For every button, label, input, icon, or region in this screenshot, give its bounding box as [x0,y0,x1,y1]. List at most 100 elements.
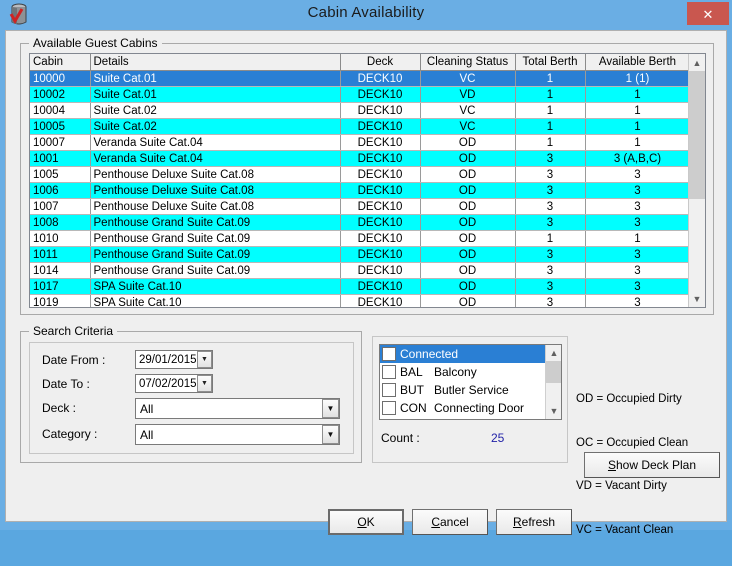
cancel-label: Cancel [431,515,469,529]
chevron-down-icon[interactable]: ▼ [197,351,212,368]
ok-button[interactable]: OK [328,509,404,535]
cell-cabin: 10000 [30,70,91,87]
cell-total-berth: 3 [515,278,586,295]
list-item[interactable]: BAL Balcony [380,363,561,381]
cell-cleaning-status: OD [420,246,516,263]
scroll-down-icon[interactable]: ▼ [546,403,561,419]
table-row[interactable]: 1010 Penthouse Grand Suite Cat.09 DECK10 OD… [30,230,691,247]
cell-cleaning-status: OD [420,166,516,183]
chevron-down-icon[interactable]: ▼ [322,425,339,444]
cell-available-berth: 3 [585,214,691,231]
date-from-label: Date From : [42,353,106,367]
cabins-grid[interactable]: Cabin Details Deck Cleaning Status Total… [29,53,706,308]
cell-deck: DECK10 [340,118,421,135]
show-deck-plan-button[interactable]: Show Deck Plan [584,452,720,478]
table-row[interactable]: 1017 SPA Suite Cat.10 DECK10 OD 3 3 [30,278,691,295]
cell-deck: DECK10 [340,86,421,103]
window-title: Cabin Availability [307,4,425,21]
table-row[interactable]: 10004 Suite Cat.02 DECK10 VC 1 1 [30,102,691,119]
chevron-down-icon[interactable]: ▼ [322,399,339,418]
deck-select[interactable]: All ▼ [135,398,340,419]
table-row[interactable]: 1014 Penthouse Grand Suite Cat.09 DECK10 OD… [30,262,691,279]
chevron-down-icon[interactable]: ▼ [197,375,212,392]
scrollbar-thumb[interactable] [689,71,705,199]
date-from-value: 29/01/2015 [139,353,197,366]
cell-total-berth: 1 [515,134,586,151]
cell-details: Penthouse Grand Suite Cat.09 [90,246,341,263]
table-row[interactable]: 1011 Penthouse Grand Suite Cat.09 DECK10 OD… [30,246,691,263]
attribute-checkbox-list[interactable]: Connected BAL Balcony BUT Butler Service CON C… [379,344,562,420]
list-item-label: Connected [400,347,459,361]
column-header-cleaning-status[interactable]: Cleaning Status [420,54,516,71]
cell-details: Suite Cat.01 [90,70,341,87]
attribute-list-scrollbar[interactable]: ▲ ▼ [545,345,561,419]
list-item-code: CON [400,401,427,415]
attribute-list-rows: Connected BAL Balcony BUT Butler Service CON C… [380,345,561,417]
list-item[interactable]: Connected [380,345,561,363]
date-to-field[interactable]: 07/02/2015 ▼ [135,374,213,393]
cell-available-berth: 3 [585,182,691,199]
cell-details: Suite Cat.01 [90,86,341,103]
cell-cleaning-status: OD [420,262,516,279]
available-guest-cabins-label: Available Guest Cabins [29,36,162,50]
table-row[interactable]: 1005 Penthouse Deluxe Suite Cat.08 DECK10 O… [30,166,691,183]
cell-details: Penthouse Deluxe Suite Cat.08 [90,182,341,199]
checkbox-icon[interactable] [382,365,396,379]
cell-total-berth: 1 [515,86,586,103]
column-header-details[interactable]: Details [90,54,341,71]
cell-cabin: 1007 [30,198,91,215]
scroll-up-icon[interactable]: ▲ [546,345,561,361]
table-row[interactable]: 10000 Suite Cat.01 DECK10 VC 1 1 (1) [30,70,691,87]
cabin-availability-window: Cabin Availability ✕ Available Guest Cab… [0,0,732,536]
cell-details: Penthouse Deluxe Suite Cat.08 [90,198,341,215]
cell-total-berth: 3 [515,166,586,183]
cancel-button[interactable]: Cancel [412,509,488,535]
table-row[interactable]: 1001 Veranda Suite Cat.04 DECK10 OD 3 3 (A,B,… [30,150,691,167]
search-criteria-label: Search Criteria [29,324,118,338]
checkbox-icon[interactable] [382,383,396,397]
cell-cleaning-status: OD [420,150,516,167]
category-select[interactable]: All ▼ [135,424,340,445]
deck-label: Deck : [42,401,77,415]
cell-cabin: 1019 [30,294,91,307]
column-header-cabin[interactable]: Cabin [30,54,91,71]
date-from-field[interactable]: 29/01/2015 ▼ [135,350,213,369]
table-row[interactable]: 10007 Veranda Suite Cat.04 DECK10 OD 1 1 [30,134,691,151]
table-row[interactable]: 1006 Penthouse Deluxe Suite Cat.08 DECK10 O… [30,182,691,199]
grid-vertical-scrollbar[interactable]: ▲ ▼ [688,54,705,307]
cell-deck: DECK10 [340,294,421,307]
refresh-button[interactable]: Refresh [496,509,572,535]
column-header-available-berth[interactable]: Available Berth [585,54,691,71]
list-item[interactable]: CON Connecting Door [380,399,561,417]
cell-deck: DECK10 [340,198,421,215]
checkbox-icon[interactable] [382,401,396,415]
table-row[interactable]: 10002 Suite Cat.01 DECK10 VD 1 1 [30,86,691,103]
cell-cabin: 1014 [30,262,91,279]
cell-details: Penthouse Grand Suite Cat.09 [90,214,341,231]
scroll-up-icon[interactable]: ▲ [689,54,705,71]
cell-deck: DECK10 [340,150,421,167]
checkbox-icon[interactable] [382,347,396,361]
legend-line-vd: VD = Vacant Dirty [576,480,667,492]
table-row[interactable]: 1008 Penthouse Grand Suite Cat.09 DECK10 OD… [30,214,691,231]
column-header-deck[interactable]: Deck [340,54,421,71]
cell-cleaning-status: VC [420,102,516,119]
table-row[interactable]: 1019 SPA Suite Cat.10 DECK10 OD 3 3 [30,294,691,307]
scroll-down-icon[interactable]: ▼ [689,290,705,307]
scrollbar-thumb[interactable] [546,361,561,383]
cell-deck: DECK10 [340,182,421,199]
dialog-client-area: Available Guest Cabins Cabin Details Dec… [5,30,727,536]
cell-cabin: 10004 [30,102,91,119]
cell-cabin: 10005 [30,118,91,135]
list-item[interactable]: BUT Butler Service [380,381,561,399]
cell-available-berth: 3 [585,166,691,183]
table-row[interactable]: 1007 Penthouse Deluxe Suite Cat.08 DECK10 O… [30,198,691,215]
column-header-total-berth[interactable]: Total Berth [515,54,586,71]
table-row[interactable]: 10005 Suite Cat.02 DECK10 VC 1 1 [30,118,691,135]
cell-total-berth: 3 [515,214,586,231]
cell-details: Veranda Suite Cat.04 [90,150,341,167]
cell-cleaning-status: OD [420,198,516,215]
attribute-filter-panel: Connected BAL Balcony BUT Butler Service CON C… [372,336,568,463]
cell-cabin: 1011 [30,246,91,263]
close-icon[interactable]: ✕ [687,2,729,25]
